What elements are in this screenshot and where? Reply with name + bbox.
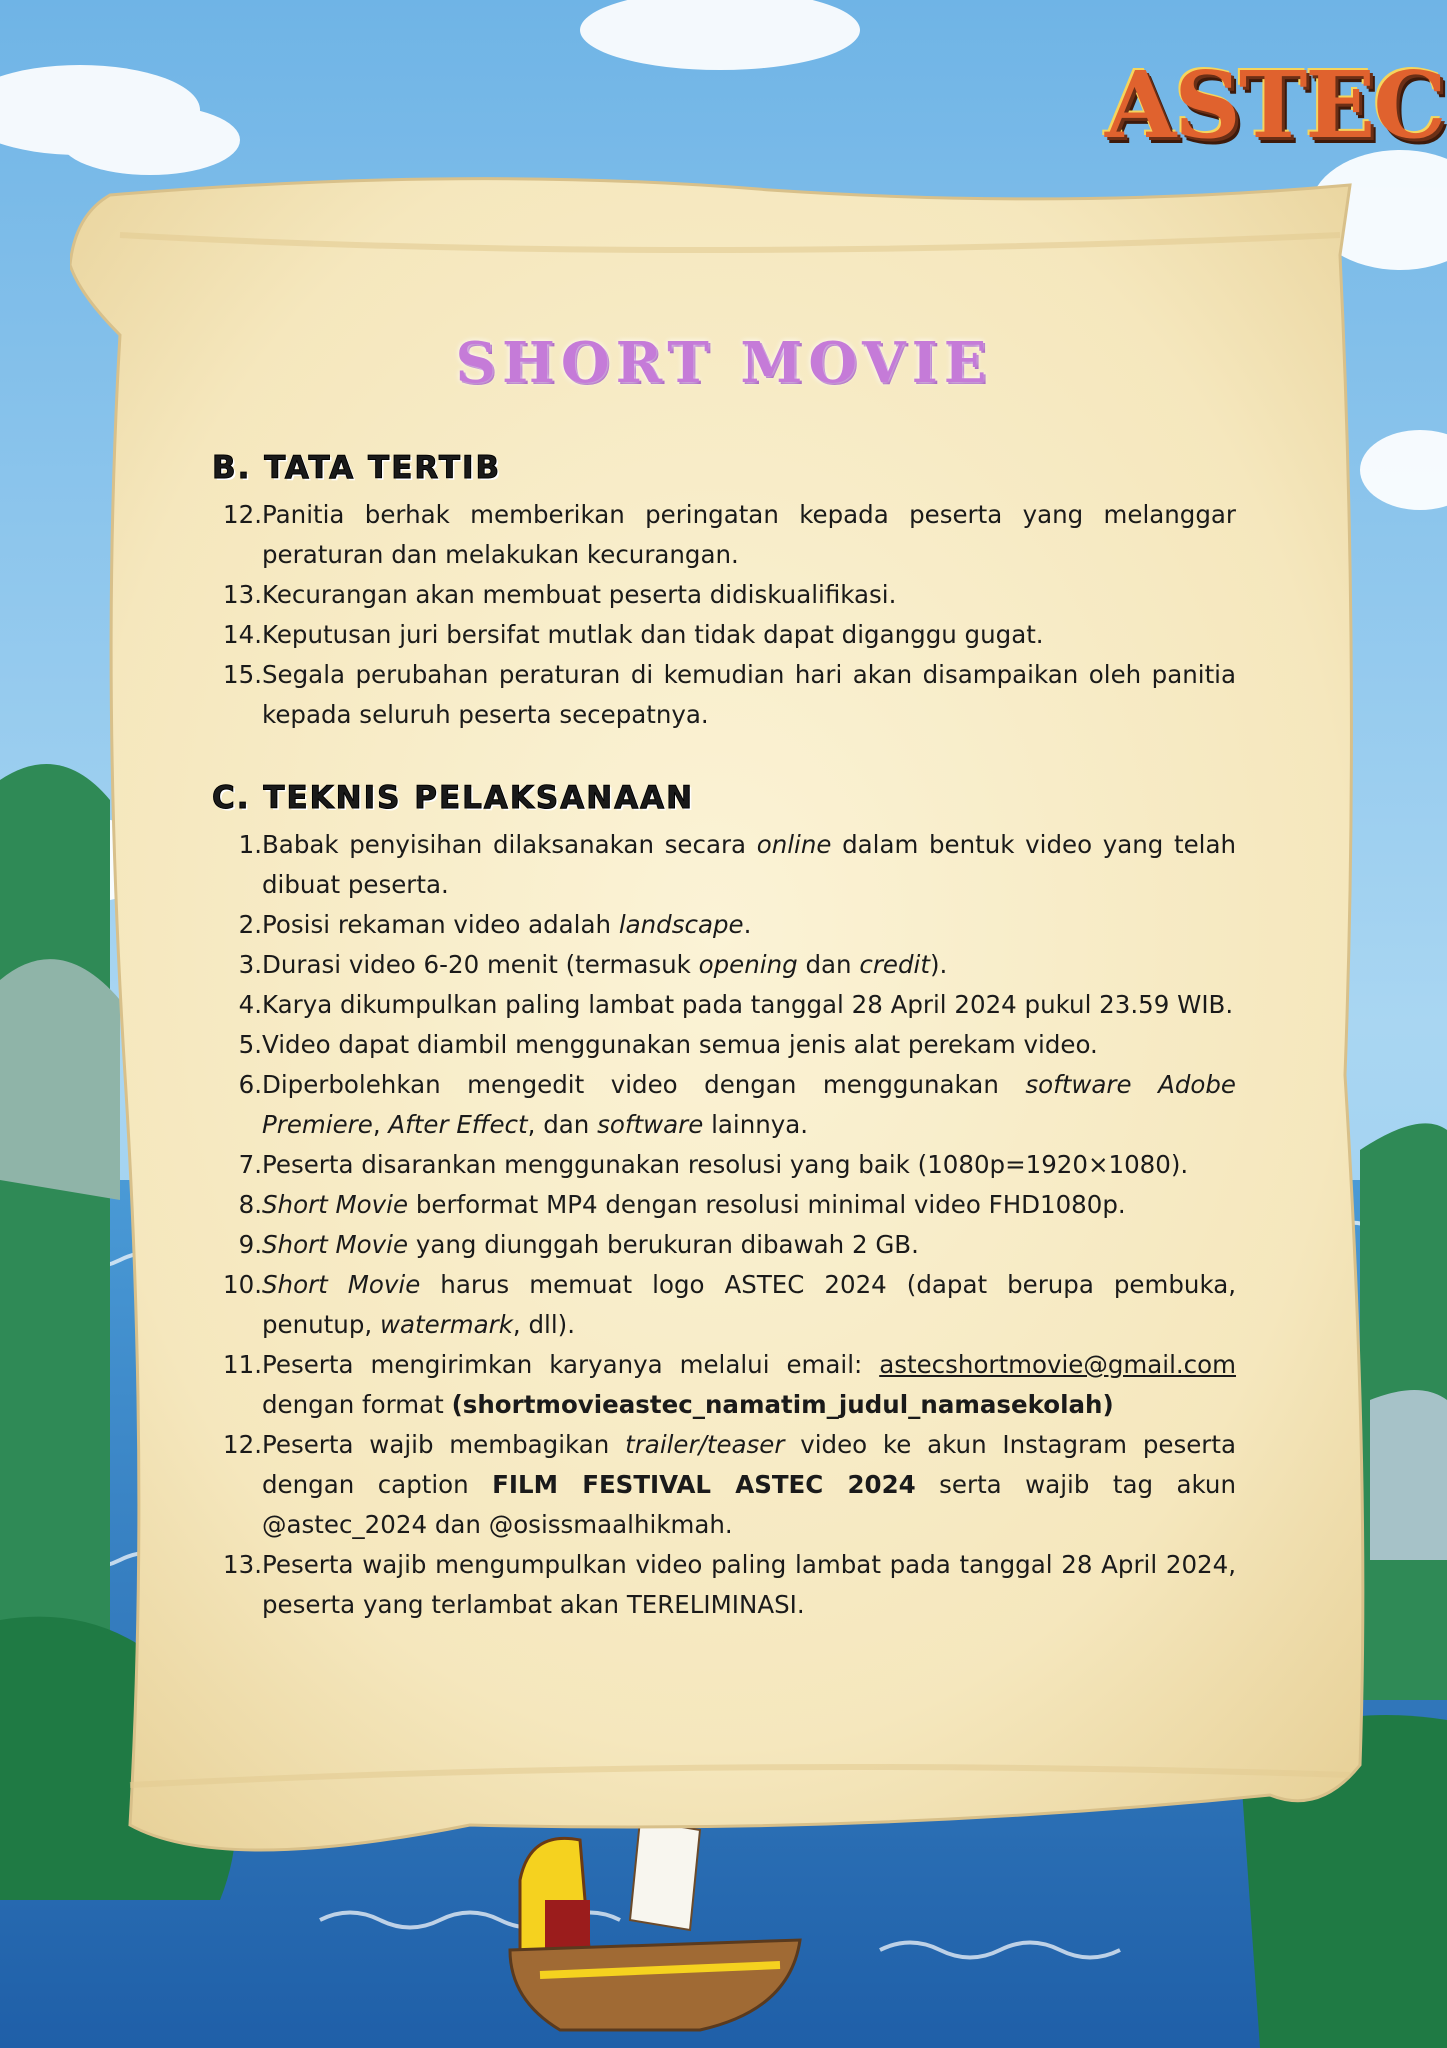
list-item: 11. Peserta mengirimkan karyanya melalui … xyxy=(212,1345,1236,1425)
list-item-text: Kecurangan akan membuat peserta didiskua… xyxy=(262,580,897,609)
list-item: 9. Short Movie yang diunggah berukuran di… xyxy=(212,1225,1236,1265)
list-item: 10. Short Movie harus memuat logo ASTEC 2… xyxy=(212,1265,1236,1345)
logo-text: ASTEC xyxy=(1105,51,1447,159)
list-item-number: 12. xyxy=(223,1430,262,1459)
list-item: 7. Peserta disarankan menggunakan resolus… xyxy=(212,1145,1236,1185)
list-item-number: 13. xyxy=(223,580,262,609)
text-fragment: Peserta disarankan menggunakan resolusi … xyxy=(262,1150,1189,1179)
text-fragment: opening xyxy=(698,950,798,979)
text-fragment: lainnya. xyxy=(703,1110,809,1139)
list-item-number: 9. xyxy=(238,1230,262,1259)
list-item: 1. Babak penyisihan dilaksanakan secara o… xyxy=(212,825,1236,905)
list-item-number: 7. xyxy=(238,1150,262,1179)
text-fragment: dan xyxy=(797,950,860,979)
list-item-text: Posisi rekaman video adalah landscape. xyxy=(262,905,1236,945)
list-item-text: Durasi video 6-20 menit (termasuk openin… xyxy=(262,945,1236,985)
list-item-text: Short Movie harus memuat logo ASTEC 2024… xyxy=(262,1265,1236,1345)
list-item: 13. Kecurangan akan membuat peserta didis… xyxy=(212,575,1236,615)
email-link[interactable]: astecshortmovie@gmail.com xyxy=(879,1350,1236,1379)
list-item-number: 2. xyxy=(238,910,262,939)
list-item-number: 1. xyxy=(238,830,262,859)
list-item-number: 6. xyxy=(238,1070,262,1099)
list-item-text: Short Movie berformat MP4 dengan resolus… xyxy=(262,1185,1236,1225)
section-c-heading: C. TEKNIS PELAKSANAAN xyxy=(211,780,695,817)
list-item-number: 11. xyxy=(223,1350,262,1379)
text-fragment: FILM FESTIVAL ASTEC 2024 xyxy=(492,1470,916,1499)
list-item: 6. Diperbolehkan mengedit video dengan me… xyxy=(212,1065,1236,1145)
text-fragment: (shortmovieastec_namatim_judul_namasekol… xyxy=(451,1390,1114,1419)
list-item: 5. Video dapat diambil menggunakan semua … xyxy=(212,1025,1236,1065)
text-fragment: Diperbolehkan mengedit video dengan meng… xyxy=(262,1070,1026,1099)
list-item: 8. Short Movie berformat MP4 dengan resol… xyxy=(212,1185,1236,1225)
section-b-heading: B. TATA TERTIB xyxy=(211,450,502,487)
list-item-number: 14. xyxy=(223,620,262,649)
text-fragment: yang diunggah berukuran dibawah 2 GB. xyxy=(408,1230,919,1259)
list-item-number: 12. xyxy=(223,500,262,529)
text-fragment: . xyxy=(743,910,752,939)
text-fragment: Durasi video 6-20 menit (termasuk xyxy=(262,950,699,979)
list-item-text: Video dapat diambil menggunakan semua je… xyxy=(262,1025,1236,1065)
text-fragment: Short Movie xyxy=(262,1230,409,1259)
list-item-text: Karya dikumpulkan paling lambat pada tan… xyxy=(262,985,1236,1025)
text-fragment: , dll). xyxy=(512,1310,575,1339)
text-fragment: credit xyxy=(859,950,930,979)
list-item: 12. Peserta wajib membagikan trailer/teas… xyxy=(212,1425,1236,1545)
text-fragment: trailer/teaser xyxy=(625,1430,785,1459)
text-fragment: After Effect xyxy=(388,1110,528,1139)
text-fragment: Video dapat diambil menggunakan semua je… xyxy=(262,1030,1098,1059)
text-fragment: , dan xyxy=(527,1110,598,1139)
page-title: SHORT MOVIE xyxy=(455,330,993,396)
text-fragment: Short Movie xyxy=(262,1270,421,1299)
list-item: 12. Panitia berhak memberikan peringatan … xyxy=(212,495,1236,575)
list-item: 2. Posisi rekaman video adalah landscape. xyxy=(212,905,1236,945)
list-item-number: 4. xyxy=(238,990,262,1019)
text-fragment: watermark xyxy=(379,1310,513,1339)
list-item-number: 8. xyxy=(238,1190,262,1219)
list-item-text: Peserta mengirimkan karyanya melalui ema… xyxy=(262,1345,1236,1425)
text-fragment: Peserta wajib mengumpulkan video paling … xyxy=(262,1550,1236,1619)
list-item-number: 13. xyxy=(223,1550,262,1579)
list-item-text: Peserta disarankan menggunakan resolusi … xyxy=(262,1145,1236,1185)
list-item: 3. Durasi video 6-20 menit (termasuk open… xyxy=(212,945,1236,985)
text-fragment: online xyxy=(756,830,832,859)
astec-logo: ASTEC xyxy=(1105,40,1447,170)
list-item-text: Babak penyisihan dilaksanakan secara onl… xyxy=(262,825,1236,905)
list-item-text: Peserta wajib mengumpulkan video paling … xyxy=(262,1545,1236,1625)
list-item-text: Peserta wajib membagikan trailer/teaser … xyxy=(262,1425,1236,1545)
list-item-number: 10. xyxy=(223,1270,262,1299)
text-fragment: Peserta wajib membagikan xyxy=(262,1430,626,1459)
list-item-text: Short Movie yang diunggah berukuran diba… xyxy=(262,1225,1236,1265)
text-fragment: , xyxy=(372,1110,389,1139)
list-item: 15. Segala perubahan peraturan di kemudia… xyxy=(212,655,1236,735)
list-item: 4. Karya dikumpulkan paling lambat pada t… xyxy=(212,985,1236,1025)
list-item-text: Diperbolehkan mengedit video dengan meng… xyxy=(262,1065,1236,1145)
text-fragment: Posisi rekaman video adalah xyxy=(262,910,619,939)
tata-tertib-list: 12. Panitia berhak memberikan peringatan … xyxy=(212,495,1236,735)
list-item: 14. Keputusan juri bersifat mutlak dan ti… xyxy=(212,615,1236,655)
text-fragment: Short Movie xyxy=(262,1190,409,1219)
list-item-text: Keputusan juri bersifat mutlak dan tidak… xyxy=(262,620,1044,649)
list-item-number: 15. xyxy=(223,660,262,689)
text-fragment: dengan format xyxy=(262,1390,452,1419)
text-fragment: berformat MP4 dengan resolusi minimal vi… xyxy=(408,1190,1126,1219)
text-fragment: ). xyxy=(929,950,948,979)
list-item-text: Panitia berhak memberikan peringatan kep… xyxy=(262,500,1236,569)
list-item-text: Segala perubahan peraturan di kemudian h… xyxy=(262,660,1236,729)
text-fragment: Babak penyisihan dilaksanakan secara xyxy=(262,830,757,859)
text-fragment: landscape xyxy=(618,910,744,939)
list-item: 13. Peserta wajib mengumpulkan video pali… xyxy=(212,1545,1236,1625)
text-fragment: Karya dikumpulkan paling lambat pada tan… xyxy=(262,990,1234,1019)
teknis-pelaksanaan-list: 1. Babak penyisihan dilaksanakan secara o… xyxy=(212,825,1236,1625)
text-fragment: software xyxy=(597,1110,704,1139)
list-item-number: 5. xyxy=(238,1030,262,1059)
text-fragment: Peserta mengirimkan karyanya melalui ema… xyxy=(262,1350,880,1379)
list-item-number: 3. xyxy=(238,950,262,979)
